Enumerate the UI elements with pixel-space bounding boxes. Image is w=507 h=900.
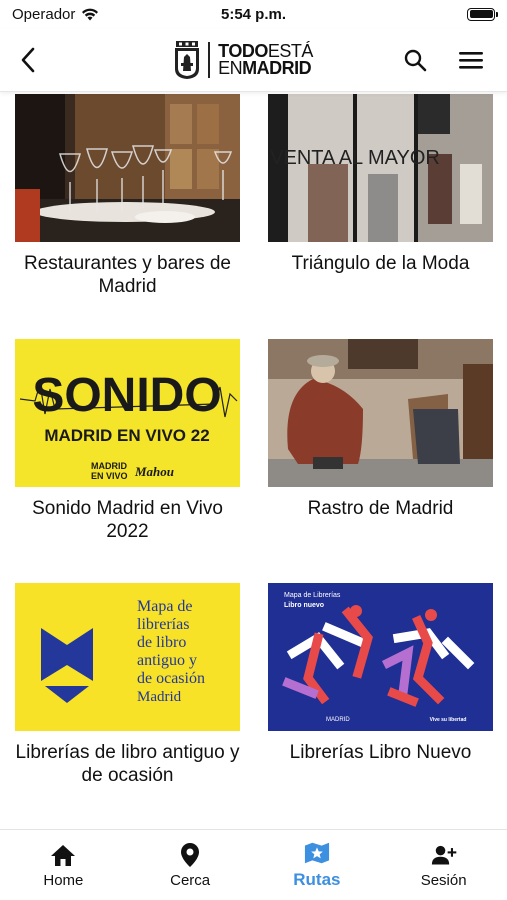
bottom-nav: Home Cerca Rutas Sesión (0, 829, 507, 900)
back-button[interactable] (0, 28, 56, 92)
libro-line-5: de ocasión (137, 670, 205, 687)
carrier-label: Operador (12, 5, 76, 23)
map-star-icon (304, 840, 330, 866)
libro-line-4: antiguo y (137, 652, 197, 669)
sonido-subtitle: MADRID EN VIVO 22 (44, 426, 209, 445)
card-image-libro-nuevo: Mapa de Librerías Libro nuevo MADRID Viv… (268, 583, 493, 731)
sonido-title: SONIDO (32, 369, 221, 422)
card-image-sonido: SONIDO MADRID EN VIVO 22 MADRID EN VIVO … (15, 339, 240, 487)
nav-rutas-label: Rutas (293, 870, 341, 889)
card-image-text: VENTA AL MAYOR (270, 147, 440, 169)
back-arrow-icon (21, 47, 35, 72)
route-card-rastro[interactable]: Rastro de Madrid (268, 339, 493, 520)
wifi-icon (82, 8, 99, 20)
madrid-crest-icon (175, 40, 200, 79)
nav-cerca[interactable]: Cerca (127, 830, 254, 900)
status-left: Operador (12, 6, 182, 23)
app-header: TODOESTÁ ENMADRID (0, 28, 507, 92)
logo-word-madrid: MADRID (242, 57, 312, 78)
add-user-icon (431, 842, 457, 868)
home-icon (50, 842, 76, 868)
nuevo-top-text: Mapa de Librerías (284, 592, 341, 599)
nav-cerca-label: Cerca (170, 871, 211, 889)
nav-rutas[interactable]: Rutas (254, 830, 381, 900)
app-logo[interactable]: TODOESTÁ ENMADRID (56, 40, 393, 79)
header-actions (393, 38, 507, 82)
search-icon (404, 49, 427, 71)
nuevo-top-bold: Libro nuevo (284, 602, 324, 609)
card-image-rastro (268, 339, 493, 487)
nav-home[interactable]: Home (0, 830, 127, 900)
card-title: Triángulo de la Moda (291, 253, 470, 274)
nuevo-bottom-right: Vive su libertad (430, 717, 467, 723)
logo-word-en: EN (218, 57, 243, 78)
card-title: Librerías Libro Nuevo (289, 742, 472, 763)
status-right (325, 7, 498, 21)
card-image-libro-antiguo: Mapa de librerías de libro antiguo y de … (15, 583, 240, 731)
route-card-triangulo[interactable]: VENTA AL MAYOR Triángulo de la Moda (268, 94, 493, 275)
card-title: Sonido Madrid en Vivo 2022 (32, 498, 223, 542)
sonido-logo-right: Mahou (134, 464, 174, 479)
route-card-libro-nuevo[interactable]: Mapa de Librerías Libro nuevo MADRID Viv… (268, 583, 493, 764)
logo-wordmark: TODOESTÁ ENMADRID (218, 42, 313, 78)
route-card-restaurantes[interactable]: Restaurantes y bares de Madrid (15, 94, 240, 298)
nav-home-label: Home (43, 871, 84, 889)
card-title: Rastro de Madrid (307, 498, 454, 519)
menu-icon (459, 51, 483, 69)
route-card-libro-antiguo[interactable]: Mapa de librerías de libro antiguo y de … (15, 583, 240, 787)
sonido-logo-left-2: EN VIVO (91, 471, 128, 481)
libro-line-1: Mapa de (137, 598, 193, 615)
logo-divider (208, 41, 211, 78)
libro-line-2: librerías (137, 616, 189, 633)
battery-icon (467, 7, 498, 21)
route-card-sonido[interactable]: SONIDO MADRID EN VIVO 22 MADRID EN VIVO … (15, 339, 240, 543)
nav-sesion[interactable]: Sesión (380, 830, 507, 900)
location-pin-icon (177, 842, 203, 868)
card-image-triangulo: VENTA AL MAYOR (268, 94, 493, 242)
status-bar: Operador 5:54 p.m. (0, 0, 507, 28)
libro-city: Madrid (137, 689, 182, 705)
nav-sesion-label: Sesión (420, 871, 467, 889)
menu-button[interactable] (449, 38, 493, 82)
card-title: Restaurantes y bares de Madrid (23, 253, 231, 297)
card-title: Librerías de libro antiguo y de ocasión (15, 742, 240, 786)
search-button[interactable] (393, 38, 437, 82)
status-time: 5:54 p.m. (220, 5, 287, 23)
sonido-logo-left-1: MADRID (91, 461, 127, 471)
nuevo-bottom-left: MADRID (326, 717, 350, 723)
route-list[interactable]: Restaurantes y bares de Madrid VENTA AL … (0, 92, 507, 829)
card-image-restaurantes (15, 94, 240, 242)
libro-line-3: de libro (137, 634, 186, 651)
